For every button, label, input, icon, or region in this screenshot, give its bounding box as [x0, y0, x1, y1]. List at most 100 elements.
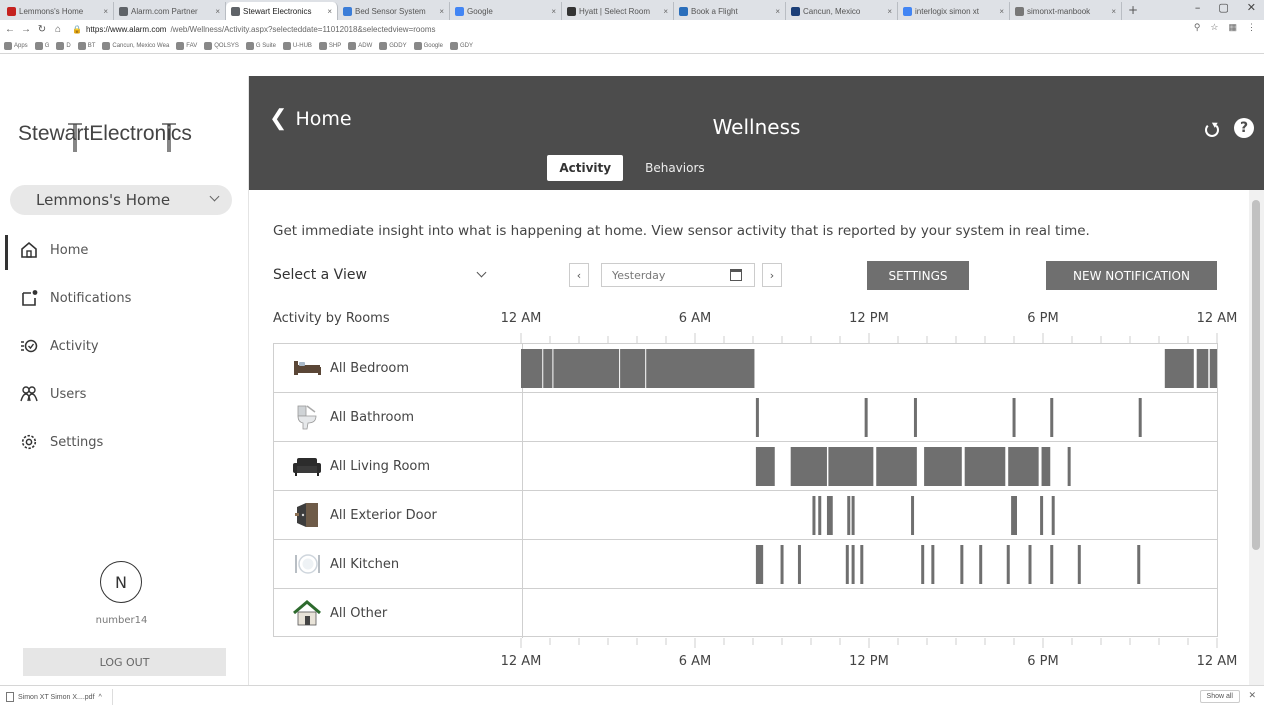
- bookmark-item[interactable]: FAV: [176, 41, 197, 50]
- room-row[interactable]: All Kitchen: [274, 540, 1217, 589]
- zoom-icon[interactable]: ⚲: [1194, 22, 1201, 33]
- close-tab-icon[interactable]: ×: [551, 7, 556, 16]
- browser-tab[interactable]: interlogix simon xt ×: [898, 2, 1010, 20]
- close-tab-icon[interactable]: ×: [439, 7, 444, 16]
- minimize-icon[interactable]: –: [1195, 1, 1201, 14]
- close-download-bar-icon[interactable]: ✕: [1248, 690, 1256, 701]
- forward-arrow-icon[interactable]: →: [20, 24, 32, 35]
- chevron-up-icon[interactable]: ^: [99, 694, 102, 701]
- url-field[interactable]: 🔒 https://www.alarm.com/web/Wellness/Act…: [72, 25, 435, 34]
- room-row[interactable]: All Other: [274, 589, 1217, 638]
- close-tab-icon[interactable]: ×: [327, 7, 332, 16]
- back-arrow-icon[interactable]: ←: [4, 24, 16, 35]
- sidebar-item-settings[interactable]: Settings: [0, 418, 249, 466]
- date-field[interactable]: Yesterday: [601, 263, 755, 287]
- browser-tab[interactable]: Cancun, Mexico ×: [786, 2, 898, 20]
- download-item[interactable]: Simon XT Simon X....pdf ^: [6, 689, 113, 705]
- room-label: All Living Room: [292, 442, 430, 490]
- close-tab-icon[interactable]: ×: [215, 7, 220, 16]
- activity-icon: [19, 336, 39, 356]
- browser-tab[interactable]: Lemmons's Home ×: [2, 2, 114, 20]
- bookmark-item[interactable]: D: [56, 41, 71, 50]
- bookmark-item[interactable]: GDY: [449, 41, 473, 50]
- browser-tab[interactable]: Bed Sensor System ×: [338, 2, 450, 20]
- new-notification-button[interactable]: NEW NOTIFICATION: [1046, 261, 1217, 290]
- reload-icon[interactable]: ↻: [36, 24, 48, 35]
- bottom-tick-label: 12 PM: [849, 654, 889, 669]
- maximize-icon[interactable]: ▢: [1218, 1, 1228, 14]
- bookmark-label: GDY: [459, 42, 473, 49]
- close-tab-icon[interactable]: ×: [663, 7, 668, 16]
- bookmark-item[interactable]: Cancun, Mexico Wea: [102, 41, 169, 50]
- bookmark-item[interactable]: G Suite: [245, 41, 276, 50]
- star-icon[interactable]: ☆: [1210, 22, 1218, 33]
- bookmark-item[interactable]: G: [34, 41, 49, 50]
- browser-tab[interactable]: Hyatt | Select Room ×: [562, 2, 674, 20]
- new-tab-button[interactable]: +: [1128, 2, 1138, 20]
- close-tab-icon[interactable]: ×: [1111, 7, 1116, 16]
- favicon-icon: [791, 6, 800, 16]
- sidebar-item-notifications[interactable]: Notifications: [0, 274, 249, 322]
- calendar-icon[interactable]: [730, 269, 742, 281]
- browser-tab-strip: Lemmons's Home × Alarm.com Partner × Stewart…: [0, 0, 1264, 20]
- door-icon: [292, 502, 322, 528]
- close-tab-icon[interactable]: ×: [775, 7, 780, 16]
- sidebar-item-activity[interactable]: Activity: [0, 322, 249, 370]
- sidebar-item-users[interactable]: Users: [0, 370, 249, 418]
- window-controls: – ▢ ✕: [1195, 1, 1256, 14]
- favicon-icon: [119, 6, 128, 16]
- bookmark-item[interactable]: U-HUB: [282, 41, 312, 50]
- room-name: All Bedroom: [330, 360, 410, 376]
- avatar[interactable]: N: [100, 561, 142, 603]
- close-tab-icon[interactable]: ×: [887, 7, 892, 16]
- bookmark-item[interactable]: Apps: [4, 41, 28, 50]
- logout-button[interactable]: LOG OUT: [23, 648, 226, 676]
- next-day-button[interactable]: ›: [762, 263, 782, 287]
- refresh-icon[interactable]: [1205, 123, 1219, 137]
- bookmark-label: G Suite: [255, 42, 276, 49]
- bookmark-item[interactable]: QOLSYS: [204, 41, 239, 50]
- sidebar-item-home[interactable]: Home: [0, 226, 249, 274]
- address-bar-actions: ⚲ ☆ ▦ ⋮: [1194, 22, 1256, 33]
- browser-tab[interactable]: Stewart Electronics ×: [226, 2, 338, 20]
- bottom-tick-label: 12 AM: [1196, 654, 1238, 669]
- close-tab-icon[interactable]: ×: [999, 7, 1004, 16]
- username: number14: [95, 615, 148, 626]
- view-select[interactable]: Select a View: [273, 260, 495, 290]
- bookmark-item[interactable]: ADW: [348, 41, 372, 50]
- menu-icon[interactable]: ⋮: [1247, 22, 1256, 33]
- bookmark-item[interactable]: BT: [77, 41, 95, 50]
- tab-activity[interactable]: Activity: [547, 155, 624, 181]
- tab-behaviors[interactable]: Behaviors: [633, 155, 717, 181]
- scrollbar[interactable]: [1249, 190, 1264, 685]
- browser-tab[interactable]: Google ×: [450, 2, 562, 20]
- close-tab-icon[interactable]: ×: [103, 7, 108, 16]
- toilet-icon: [292, 404, 322, 430]
- close-window-icon[interactable]: ✕: [1247, 1, 1256, 14]
- users-icon: [19, 384, 39, 404]
- home-page-icon[interactable]: ⌂: [52, 24, 64, 35]
- chart-title: Activity by Rooms: [273, 311, 390, 326]
- back-home-link[interactable]: ❮ Home: [269, 106, 352, 131]
- room-name: All Kitchen: [330, 556, 400, 572]
- extension-icon[interactable]: ▦: [1228, 22, 1237, 33]
- notifications-icon: [19, 288, 39, 308]
- bookmark-icon: [204, 41, 213, 50]
- help-icon[interactable]: ?: [1234, 118, 1254, 138]
- room-row[interactable]: All Bedroom: [274, 344, 1217, 393]
- browser-tab[interactable]: Book a Flight ×: [674, 2, 786, 20]
- bookmark-item[interactable]: Google: [413, 41, 443, 50]
- home-selector[interactable]: Lemmons's Home: [10, 185, 232, 215]
- browser-tab[interactable]: simonxt-manbook ×: [1010, 2, 1122, 20]
- bookmark-item[interactable]: SHP: [318, 41, 341, 50]
- room-row[interactable]: All Living Room: [274, 442, 1217, 491]
- scroll-thumb[interactable]: [1252, 200, 1260, 550]
- bookmark-item[interactable]: GDDY: [379, 41, 407, 50]
- settings-button[interactable]: SETTINGS: [867, 261, 969, 290]
- page-title: Wellness: [712, 115, 801, 139]
- room-row[interactable]: All Exterior Door: [274, 491, 1217, 540]
- show-all-button[interactable]: Show all: [1199, 690, 1240, 703]
- room-row[interactable]: All Bathroom: [274, 393, 1217, 442]
- browser-tab[interactable]: Alarm.com Partner ×: [114, 2, 226, 20]
- previous-day-button[interactable]: ‹: [569, 263, 589, 287]
